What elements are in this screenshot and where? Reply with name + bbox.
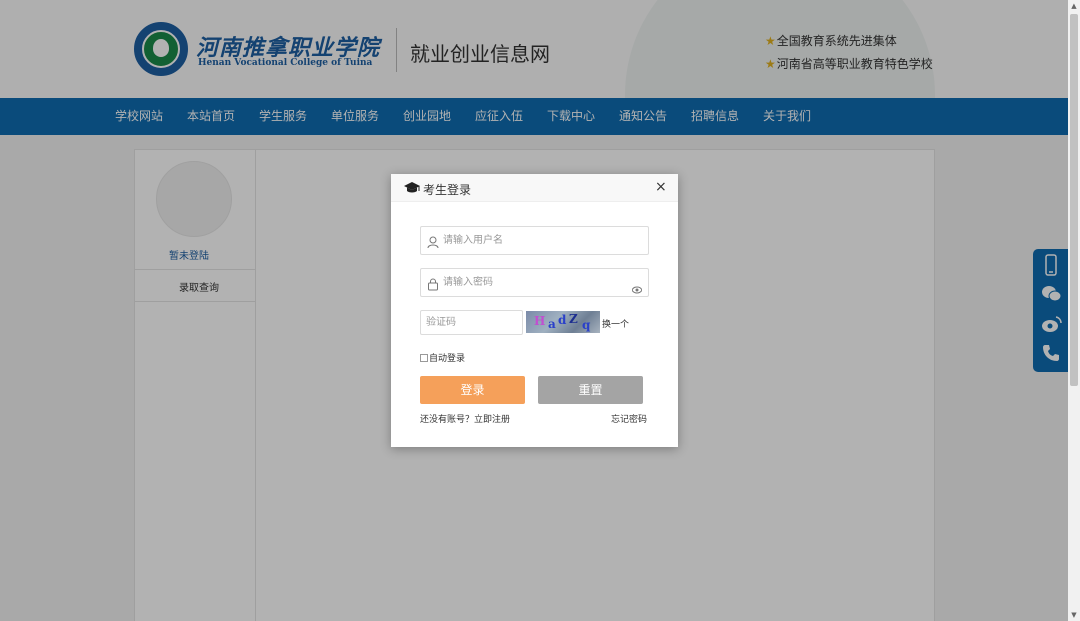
register-link[interactable]: 还没有账号？立即注册 — [420, 412, 510, 425]
login-button[interactable]: 登录 — [420, 376, 525, 404]
scroll-down-icon[interactable]: ▼ — [1068, 609, 1080, 621]
auto-login-checkbox[interactable]: 自动登录 — [420, 351, 465, 364]
modal-header: 考生登录 × — [391, 174, 678, 202]
lock-icon — [427, 276, 439, 291]
close-icon[interactable]: × — [655, 179, 667, 195]
scroll-thumb[interactable] — [1070, 14, 1078, 386]
checkbox-box[interactable] — [420, 353, 428, 362]
eye-icon[interactable] — [631, 279, 643, 294]
login-modal: 考生登录 × H a d Z q 换一个 自动登录 登录 重置 还没有账号？立即… — [391, 174, 678, 447]
password-input[interactable] — [443, 269, 633, 296]
captcha-char: q — [582, 318, 591, 332]
modal-title: 考生登录 — [423, 183, 472, 197]
captcha-char: H — [534, 314, 546, 328]
scroll-up-icon[interactable]: ▲ — [1068, 0, 1080, 12]
username-field — [420, 226, 649, 255]
reset-button[interactable]: 重置 — [538, 376, 643, 404]
page-scrollbar[interactable]: ▲ ▼ — [1068, 0, 1080, 621]
captcha-input[interactable] — [420, 310, 523, 335]
forgot-password-link[interactable]: 忘记密码 — [611, 412, 647, 425]
captcha-char: d — [558, 313, 567, 327]
captcha-image[interactable]: H a d Z q — [526, 311, 600, 333]
password-field — [420, 268, 649, 297]
graduation-cap-icon — [404, 180, 420, 194]
captcha-char: a — [548, 317, 556, 331]
captcha-refresh-link[interactable]: 换一个 — [602, 317, 629, 330]
captcha-char: Z — [569, 312, 578, 326]
auto-login-label: 自动登录 — [429, 354, 466, 364]
user-icon — [427, 234, 439, 249]
username-input[interactable] — [443, 227, 633, 254]
